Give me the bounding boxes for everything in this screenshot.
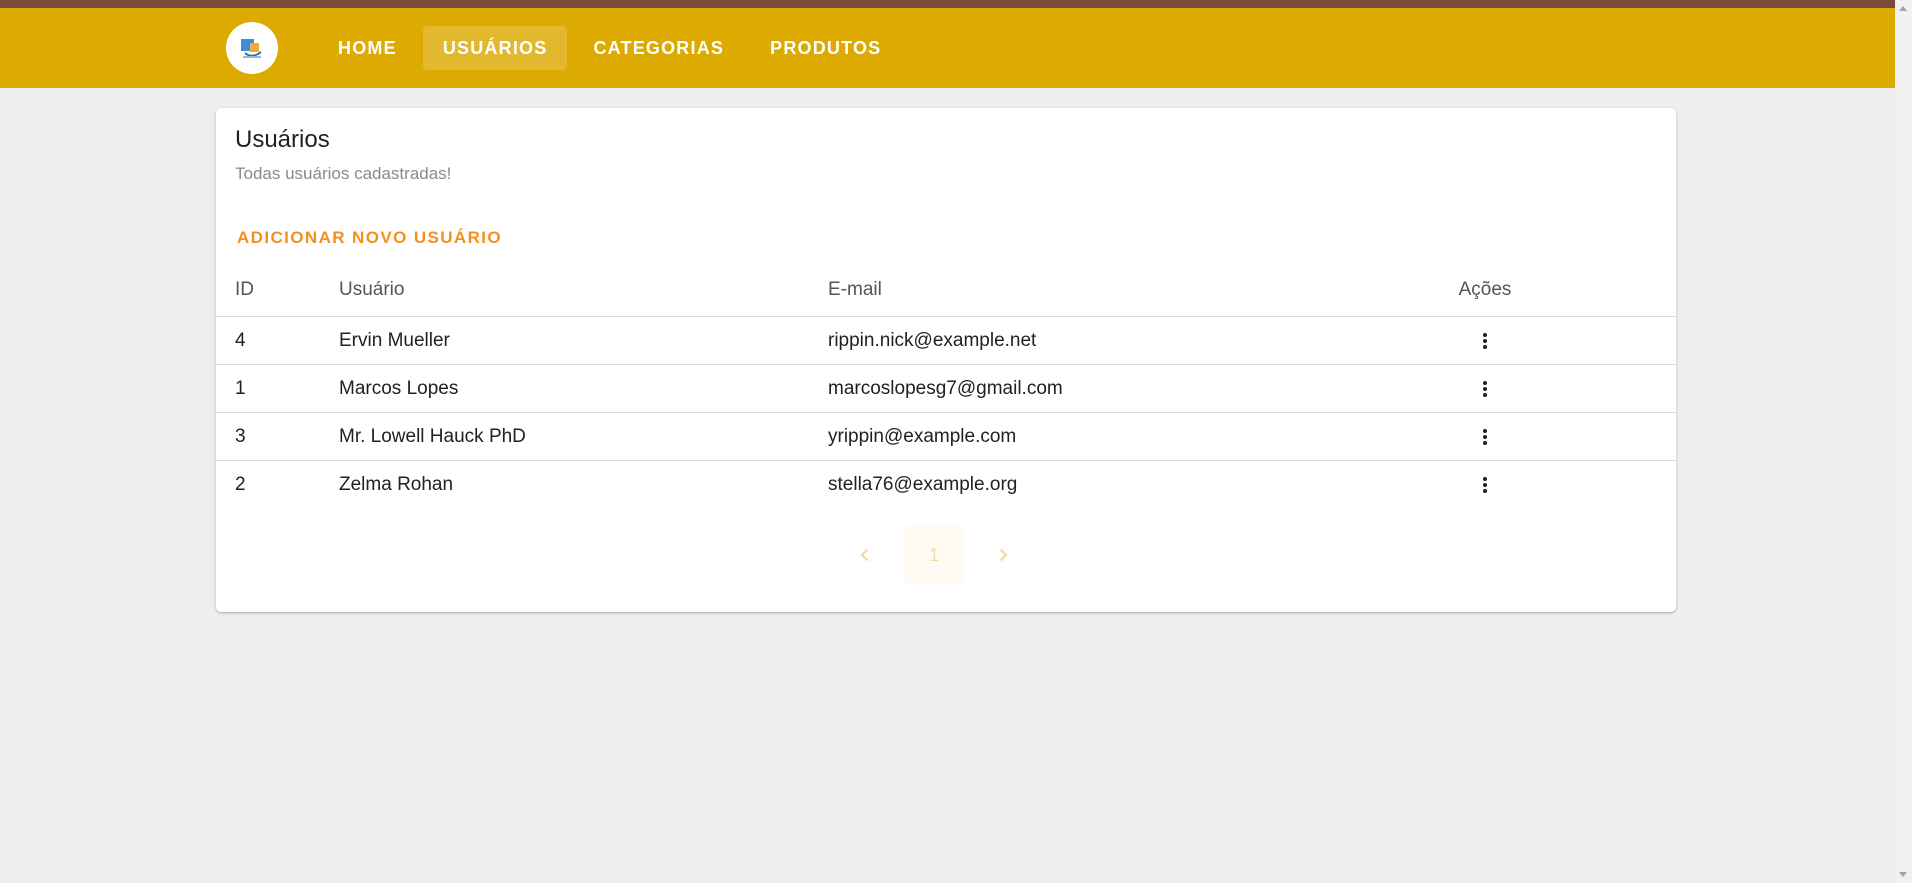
cell-user: Zelma Rohan (339, 473, 454, 495)
cell-user: Marcos Lopes (338, 364, 827, 413)
header-user: Usuário (338, 264, 827, 317)
table-row: 3 Mr. Lowell Hauck PhD yrippin@example.c… (216, 412, 1676, 461)
table-row: 1 Marcos Lopes marcoslopesg7@gmail.com (216, 364, 1676, 413)
nav-usuarios[interactable]: USUÁRIOS (422, 26, 568, 70)
header-id: ID (216, 264, 338, 317)
dots-vertical-icon[interactable] (1473, 377, 1497, 401)
pagination-next-button[interactable] (986, 538, 1020, 572)
app-bar: HOME USUÁRIOS CATEGORIAS PRODUTOS (0, 8, 1895, 88)
scroll-up-arrow-icon[interactable] (1899, 6, 1907, 11)
cell-user: Mr. Lowell Hauck PhD (338, 412, 827, 461)
table-row: 4 Ervin Mueller rippin.nick@example.net (216, 316, 1676, 365)
table-header-row: ID Usuário E-mail Ações (216, 264, 1676, 317)
cell-user: Ervin Mueller (338, 316, 827, 365)
nav-categorias[interactable]: CATEGORIAS (573, 26, 744, 70)
scroll-down-arrow-icon[interactable] (1899, 872, 1907, 877)
cell-email: yrippin@example.com (827, 412, 1436, 461)
cell-id: 4 (216, 316, 338, 365)
pagination: 1 (848, 526, 1020, 584)
pagination-page-button[interactable]: 1 (904, 526, 964, 584)
cell-email: marcoslopesg7@gmail.com (827, 364, 1436, 413)
cell-spacer (1534, 461, 1676, 509)
header-actions: Ações (1436, 264, 1534, 317)
cell-id: 1 (216, 364, 338, 413)
page: HOME USUÁRIOS CATEGORIAS PRODUTOS Usuári… (0, 0, 1895, 883)
chevron-right-icon (999, 548, 1008, 562)
logo[interactable] (226, 22, 278, 74)
users-card: Usuários Todas usuários cadastradas! ADI… (216, 108, 1676, 612)
dots-vertical-icon[interactable] (1473, 425, 1497, 449)
cell-email: rippin.nick@example.net (827, 316, 1436, 365)
cell-actions (1436, 364, 1534, 413)
logo-icon (241, 39, 262, 58)
top-strip (0, 0, 1895, 8)
users-table: ID Usuário E-mail Ações 4 Ervin Mueller … (216, 264, 1676, 508)
header-email: E-mail (827, 264, 1436, 317)
chevron-left-icon (860, 548, 869, 562)
dots-vertical-icon[interactable] (1473, 329, 1497, 353)
cell-spacer (1534, 412, 1676, 461)
page-subtitle: Todas usuários cadastradas! (235, 164, 452, 183)
dots-vertical-icon[interactable] (1473, 473, 1497, 497)
nav-produtos[interactable]: PRODUTOS (750, 26, 901, 70)
table-row: 2 Zelma Rohan stella76@example.org (216, 461, 1676, 509)
cell-actions (1436, 316, 1534, 365)
header-spacer (1534, 264, 1676, 317)
cell-spacer (1534, 364, 1676, 413)
cell-id: 2 (235, 473, 246, 495)
cell-spacer (1534, 316, 1676, 365)
page-title: Usuários (235, 126, 330, 153)
cell-actions (1436, 412, 1534, 461)
cell-actions (1436, 461, 1534, 509)
vertical-scrollbar[interactable] (1895, 0, 1912, 883)
cell-email: stella76@example.org (828, 473, 1018, 495)
nav-home[interactable]: HOME (318, 26, 417, 70)
main-nav: HOME USUÁRIOS CATEGORIAS PRODUTOS (318, 26, 901, 70)
cell-id: 3 (216, 412, 338, 461)
add-user-button[interactable]: ADICIONAR NOVO USUÁRIO (225, 218, 514, 258)
pagination-prev-button[interactable] (848, 538, 882, 572)
